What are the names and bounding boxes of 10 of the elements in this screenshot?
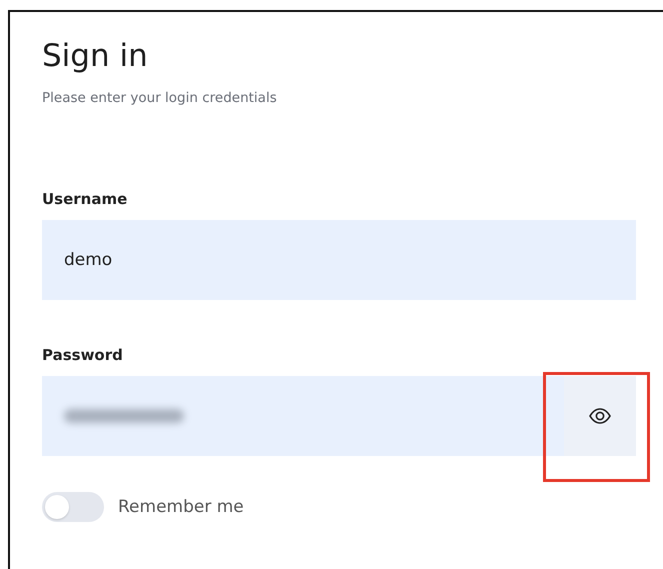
show-password-button[interactable] — [564, 376, 636, 456]
username-field[interactable]: demo — [42, 220, 636, 300]
eye-icon — [589, 408, 611, 424]
remember-toggle[interactable] — [42, 492, 104, 522]
remember-label: Remember me — [118, 497, 244, 517]
subtitle: Please enter your login credentials — [42, 90, 278, 106]
password-field[interactable] — [42, 376, 636, 456]
page-title: Sign in — [42, 37, 149, 76]
field-label: Username — [42, 190, 128, 208]
field-label: Password — [42, 346, 124, 364]
